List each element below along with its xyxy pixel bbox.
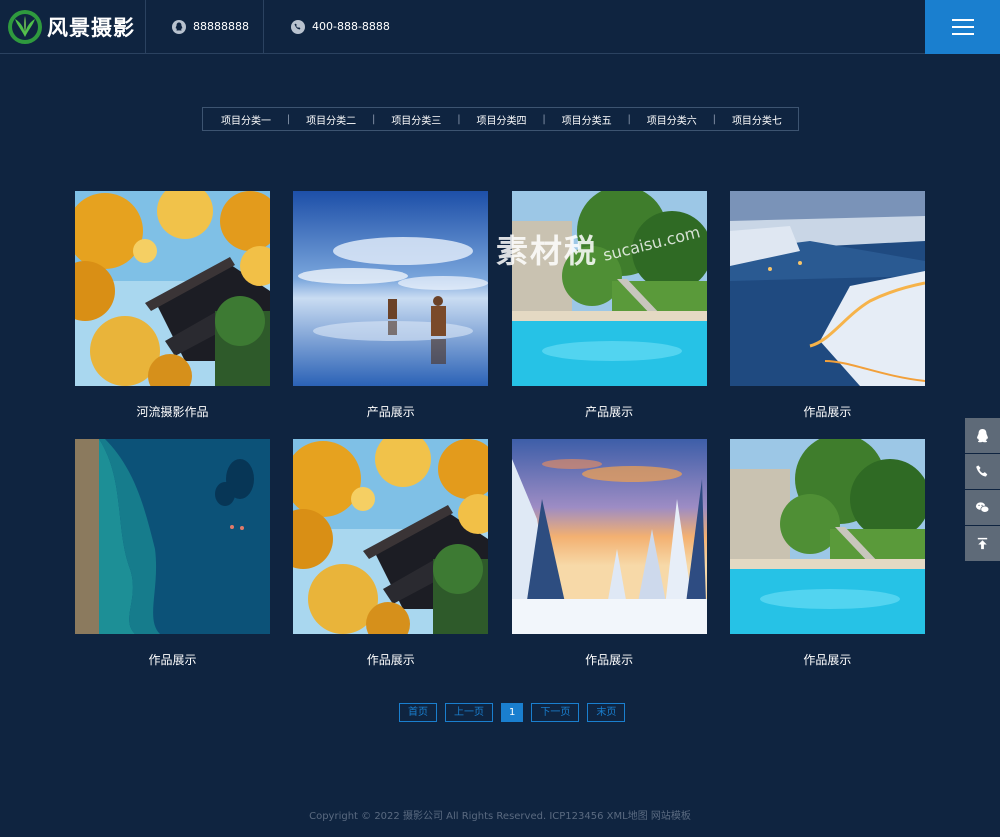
category-tabs: 项目分类一 | 项目分类二 | 项目分类三 | 项目分类四 | 项目分类五 | …: [202, 107, 799, 131]
category-tab-4[interactable]: 项目分类四: [476, 112, 526, 127]
phone-icon: [291, 19, 305, 34]
template-link[interactable]: 网站模板: [651, 811, 691, 822]
photo-snowy-coast-night[interactable]: [729, 191, 925, 386]
pagination: 首页 上一页 1 下一页 末页: [399, 703, 626, 722]
phone-float-button[interactable]: [965, 454, 1000, 489]
divider: |: [286, 113, 291, 125]
header: 风景摄影 88888888 400-888-8888: [0, 0, 1000, 54]
category-tab-1[interactable]: 项目分类一: [221, 112, 271, 127]
last-page-button[interactable]: 末页: [587, 703, 626, 722]
phone-icon: [976, 465, 988, 477]
gallery-item[interactable]: 产品展示: [293, 191, 489, 439]
item-caption[interactable]: 作品展示: [293, 651, 488, 668]
gallery-item[interactable]: 作品展示: [293, 439, 489, 687]
logo-icon: [8, 9, 42, 44]
side-float-bar: [965, 418, 1000, 562]
category-tab-7[interactable]: 项目分类七: [732, 112, 782, 127]
item-caption[interactable]: 作品展示: [75, 651, 270, 668]
gallery-item[interactable]: 产品展示: [511, 191, 707, 439]
phone-contact: 400-888-8888: [264, 0, 464, 53]
copyright-text: Copyright © 2022 摄影公司 All Rights Reserve…: [309, 811, 547, 822]
next-page-button[interactable]: 下一页: [531, 703, 580, 722]
icp-link[interactable]: ICP123456: [549, 811, 603, 822]
photo-horses-sky-reflection[interactable]: [293, 191, 489, 386]
photo-pool-garden[interactable]: [729, 439, 925, 634]
photo-pool-garden[interactable]: [511, 191, 707, 386]
item-caption[interactable]: 产品展示: [512, 403, 707, 420]
category-tab-2[interactable]: 项目分类二: [306, 112, 356, 127]
sitemap-link[interactable]: XML地图: [607, 811, 648, 822]
hamburger-icon-line: [951, 19, 974, 21]
gallery-grid: 河流摄影作品 产品展示 产品展示 作品展示 作品展示 作品展示 作品展示 作品展…: [75, 191, 926, 687]
gallery-item[interactable]: 作品展示: [729, 439, 925, 687]
current-page[interactable]: 1: [501, 703, 524, 722]
logo-text: 风景摄影: [47, 14, 135, 40]
arrow-up-icon: [977, 537, 988, 550]
divider: |: [542, 113, 546, 125]
divider: |: [457, 113, 461, 125]
gallery-item[interactable]: 河流摄影作品: [75, 191, 270, 439]
hamburger-icon-line: [951, 33, 974, 35]
category-tab-5[interactable]: 项目分类五: [562, 112, 612, 127]
qq-icon: [172, 19, 186, 34]
prev-page-button[interactable]: 上一页: [445, 703, 493, 722]
gallery-item[interactable]: 作品展示: [75, 439, 270, 687]
item-caption[interactable]: 河流摄影作品: [75, 403, 270, 420]
wechat-float-button[interactable]: [965, 490, 1000, 525]
hamburger-icon-line: [951, 26, 974, 28]
divider: |: [627, 113, 631, 125]
gallery-item[interactable]: 作品展示: [729, 191, 925, 439]
phone-number: 400-888-8888: [312, 20, 390, 33]
first-page-button[interactable]: 首页: [399, 703, 437, 722]
item-caption[interactable]: 作品展示: [512, 651, 707, 668]
divider: |: [372, 113, 376, 125]
gallery-item[interactable]: 作品展示: [511, 439, 707, 687]
qq-contact: 88888888: [146, 0, 264, 53]
photo-ginkgo-temple[interactable]: [293, 439, 489, 634]
qq-float-button[interactable]: [965, 418, 1000, 453]
wechat-icon: [975, 502, 990, 513]
category-tab-3[interactable]: 项目分类三: [391, 112, 441, 127]
logo[interactable]: 风景摄影: [0, 0, 146, 53]
item-caption[interactable]: 产品展示: [293, 403, 488, 420]
menu-button[interactable]: [925, 0, 1000, 54]
category-tab-6[interactable]: 项目分类六: [647, 112, 697, 127]
item-caption[interactable]: 作品展示: [730, 403, 925, 420]
qq-number: 88888888: [193, 20, 249, 33]
photo-ginkgo-temple[interactable]: [75, 191, 270, 386]
footer: Copyright © 2022 摄影公司 All Rights Reserve…: [0, 807, 1000, 822]
photo-snowy-forest-sunset[interactable]: [511, 439, 707, 634]
qq-icon: [977, 428, 988, 443]
photo-aerial-sea-rocks[interactable]: [75, 439, 270, 634]
item-caption[interactable]: 作品展示: [730, 651, 925, 668]
back-to-top-button[interactable]: [965, 526, 1000, 561]
divider: |: [712, 113, 717, 125]
